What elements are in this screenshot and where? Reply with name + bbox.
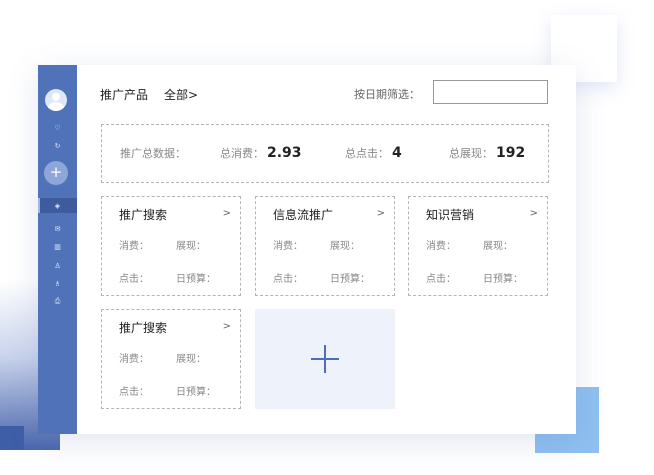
card-title: 推广搜索 xyxy=(119,321,168,335)
promo-card-search[interactable]: 推广搜索 > 消费： 展现： 点击： 日预算： xyxy=(101,196,241,296)
layers-icon[interactable]: ◈ xyxy=(38,200,77,212)
card-budget-label: 日预算： xyxy=(176,387,216,398)
card-clicks-label: 点击： xyxy=(119,274,149,285)
total-impressions: 总展现： 192 xyxy=(449,145,525,161)
total-clicks: 总点击： 4 xyxy=(345,145,402,161)
card-clicks-label: 点击： xyxy=(119,387,149,398)
plus-icon-vertical xyxy=(324,345,326,373)
card-budget-label: 日预算： xyxy=(176,274,216,285)
total-spend: 总消费： 2.93 xyxy=(220,145,302,161)
refresh-icon[interactable]: ↻ xyxy=(38,140,77,152)
promo-card-search-2[interactable]: 推广搜索 > 消费： 展现： 点击： 日预算： xyxy=(101,309,241,409)
card-title: 推广搜索 xyxy=(119,208,168,222)
chevron-right-icon[interactable]: > xyxy=(530,208,538,219)
summary-label: 推广总数据： xyxy=(120,147,186,160)
promo-card-feed[interactable]: 信息流推广 > 消费： 展现： 点击： 日预算： xyxy=(255,196,395,296)
summary-panel: 推广总数据： 总消费： 2.93 总点击： 4 总展现： 192 xyxy=(101,124,549,183)
date-filter-label: 按日期筛选： xyxy=(354,88,420,101)
all-filter-link[interactable]: 全部> xyxy=(164,86,198,103)
mail-icon[interactable]: ✉ xyxy=(38,223,77,235)
date-filter-input[interactable] xyxy=(433,80,548,104)
chevron-right-icon[interactable]: > xyxy=(377,208,385,219)
total-impressions-value: 192 xyxy=(496,145,526,161)
users-icon[interactable]: ♗ xyxy=(38,278,77,290)
page-title: 推广产品 xyxy=(100,88,149,102)
sidebar: ♡ ↻ + ◈ ✉ ▥ ♙ ♗ ⎙ xyxy=(38,65,77,434)
promo-card-knowledge[interactable]: 知识营销 > 消费： 展现： 点击： 日预算： xyxy=(408,196,548,296)
card-title: 信息流推广 xyxy=(273,208,334,222)
total-clicks-value: 4 xyxy=(392,145,402,161)
total-clicks-label: 总点击： xyxy=(345,147,389,160)
total-spend-value: 2.93 xyxy=(267,145,302,161)
card-impressions-label: 展现： xyxy=(176,241,206,252)
app-window: ♡ ↻ + ◈ ✉ ▥ ♙ ♗ ⎙ 推广产品 全部> 按日期筛选： 推广总数据：… xyxy=(38,65,576,434)
card-title: 知识营销 xyxy=(426,208,475,222)
card-clicks-label: 点击： xyxy=(273,274,303,285)
total-spend-label: 总消费： xyxy=(220,147,264,160)
user-icon[interactable]: ♙ xyxy=(38,260,77,272)
chevron-right-icon[interactable]: > xyxy=(223,208,231,219)
card-spend-label: 消费： xyxy=(119,354,149,365)
plus-icon[interactable]: + xyxy=(44,161,68,185)
total-impressions-label: 总展现： xyxy=(449,147,493,160)
card-impressions-label: 展现： xyxy=(483,241,513,252)
card-spend-label: 消费： xyxy=(119,241,149,252)
card-budget-label: 日预算： xyxy=(330,274,370,285)
card-impressions-label: 展现： xyxy=(176,354,206,365)
chevron-right-icon[interactable]: > xyxy=(223,321,231,332)
export-icon[interactable]: ⎙ xyxy=(38,295,77,307)
card-impressions-label: 展现： xyxy=(330,241,360,252)
avatar-icon[interactable] xyxy=(45,89,67,111)
trash-icon[interactable]: ▥ xyxy=(38,241,77,253)
card-clicks-label: 点击： xyxy=(426,274,456,285)
add-promotion-button[interactable] xyxy=(255,309,395,409)
card-spend-label: 消费： xyxy=(273,241,303,252)
card-spend-label: 消费： xyxy=(426,241,456,252)
heart-icon[interactable]: ♡ xyxy=(38,122,77,134)
card-budget-label: 日预算： xyxy=(483,274,523,285)
decorative-square-dark xyxy=(0,426,24,450)
